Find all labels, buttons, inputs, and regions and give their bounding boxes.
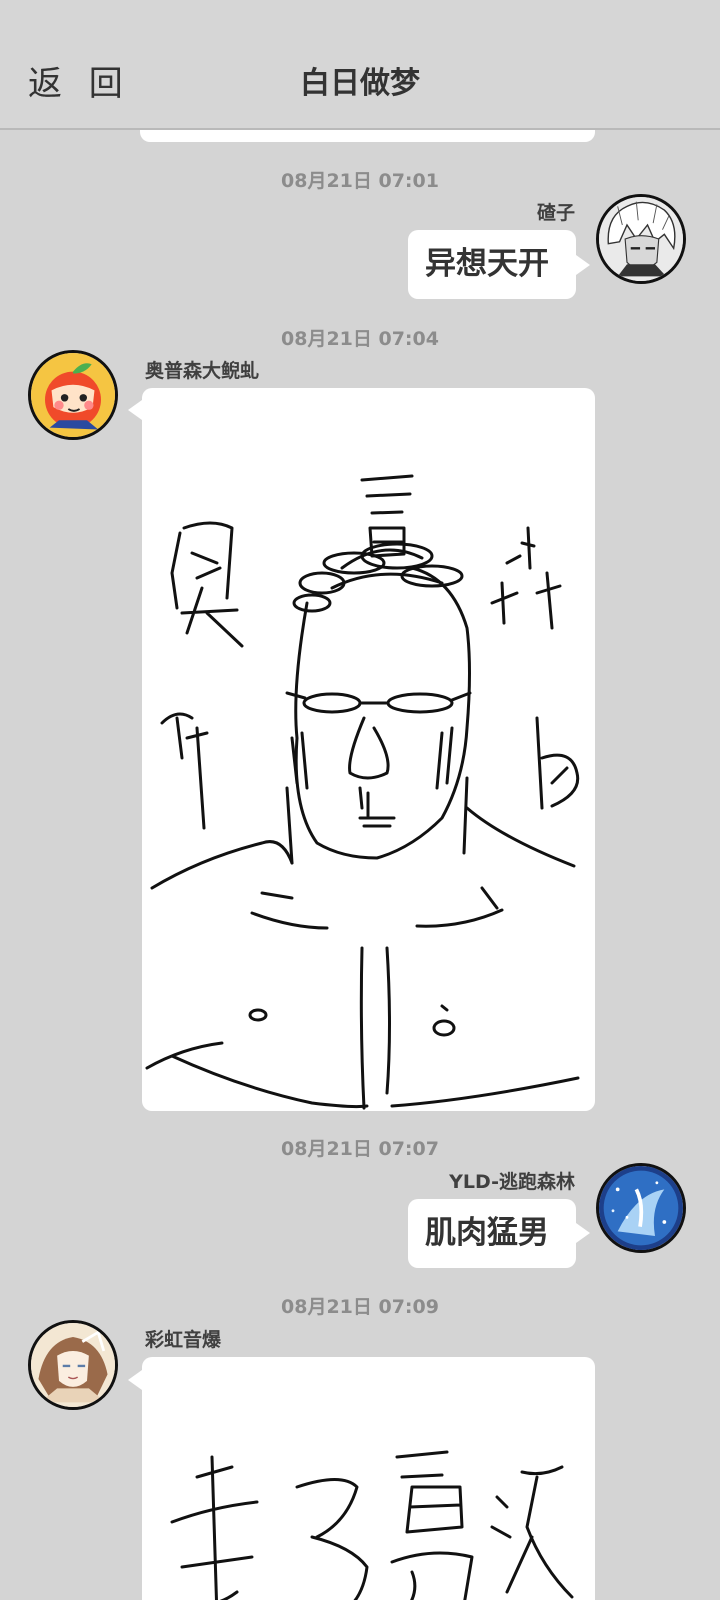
sender-name: 彩虹音爆 — [145, 1329, 222, 1351]
message-timestamp: 08月21日 07:01 — [281, 170, 439, 192]
top-bar: 返 回 白日做梦 — [0, 0, 720, 130]
anime-boy-avatar[interactable] — [596, 194, 686, 284]
anime-girl-avatar[interactable] — [28, 1320, 118, 1410]
bubble-tail — [128, 400, 142, 420]
doodle-drawing — [145, 474, 580, 1110]
sender-name: 奥普森大鲵虬 — [145, 360, 260, 382]
starry-night-avatar[interactable] — [596, 1163, 686, 1253]
doodle-drawing — [170, 1450, 574, 1600]
image-message-doodle[interactable] — [142, 388, 595, 1111]
sender-name: 碴子 — [536, 202, 575, 224]
message-bubble[interactable]: 异想天开 — [408, 230, 576, 299]
image-message-doodle[interactable] — [142, 1357, 595, 1600]
message-timestamp: 08月21日 07:09 — [281, 1296, 439, 1318]
bubble-tail — [128, 1370, 142, 1390]
message-timestamp: 08月21日 07:04 — [281, 328, 439, 350]
chat-title: 白日做梦 — [300, 66, 420, 101]
apple-character-avatar[interactable] — [28, 350, 118, 440]
bubble-tail — [576, 1223, 590, 1243]
bubble-tail — [576, 255, 590, 275]
chat-screen: 返 回 白日做梦 08月21日 07:01 碴子 异想天开 08月21日 07:… — [0, 0, 720, 1600]
message-timestamp: 08月21日 07:07 — [281, 1138, 439, 1160]
sender-name: YLD-逃跑森林 — [449, 1171, 575, 1193]
message-bubble[interactable]: 肌肉猛男 — [408, 1199, 576, 1268]
